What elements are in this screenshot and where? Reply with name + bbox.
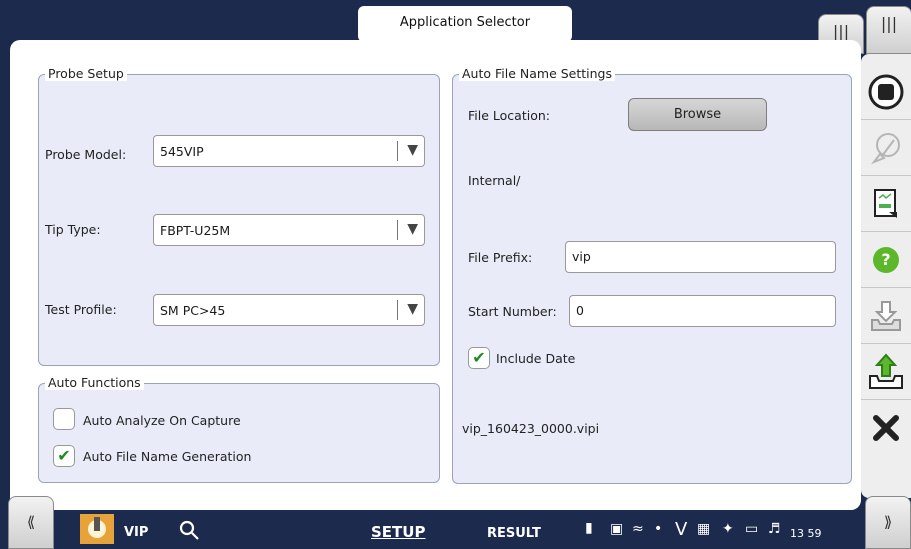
start-number-input[interactable]: 0: [569, 295, 836, 327]
file-location-value: Internal/: [468, 173, 521, 188]
main-panel: Probe Setup Probe Model: 545VIP ▼ Tip Ty…: [10, 40, 861, 510]
wifi-icon: ≈: [632, 521, 644, 537]
dropdown-arrow-icon: ▼: [407, 301, 418, 317]
file-location-label: File Location:: [468, 108, 550, 123]
probe-setup-title: Probe Setup: [45, 66, 127, 81]
network-icon: ▭: [745, 521, 759, 537]
double-chevron-left-icon: ⟪: [26, 513, 36, 531]
application-selector-button[interactable]: Application Selector: [358, 6, 572, 42]
auto-functions-title: Auto Functions: [45, 375, 144, 390]
tip-type-value: FBPT-U25M: [160, 223, 231, 238]
menu-bars-icon: |||: [880, 14, 898, 33]
terminal-icon: ▦: [697, 521, 711, 537]
report-button[interactable]: [861, 176, 911, 232]
close-icon: [873, 415, 899, 441]
download-icon: [871, 300, 901, 331]
search-icon[interactable]: [178, 519, 200, 541]
report-icon: [874, 188, 897, 218]
probe-model-label: Probe Model:: [45, 147, 127, 162]
bluetooth-icon: •: [654, 521, 663, 537]
volume-icon: ♬: [768, 521, 781, 537]
dropdown-arrow-icon: ▼: [407, 221, 418, 237]
select-divider: [397, 141, 398, 161]
download-button[interactable]: [861, 288, 911, 344]
v-status-label: V: [675, 519, 688, 540]
tip-type-label: Tip Type:: [45, 222, 101, 237]
include-date-label: Include Date: [496, 351, 576, 366]
dropdown-arrow-icon: ▼: [407, 142, 418, 158]
power-plug-icon: ▮: [585, 520, 593, 536]
app-name-label: VIP: [124, 525, 149, 540]
auto-file-name-checkbox[interactable]: ✔: [53, 445, 75, 467]
auto-functions-group: Auto Functions: [38, 375, 440, 483]
close-button[interactable]: [861, 400, 911, 456]
start-number-label: Start Number:: [468, 304, 557, 319]
stop-button[interactable]: [861, 64, 911, 120]
double-chevron-right-icon: ⟫: [883, 513, 893, 531]
right-panel-tab[interactable]: ⟫: [865, 496, 911, 549]
checkmark-icon: ✔: [472, 348, 486, 367]
pen-icon: [871, 132, 900, 164]
left-panel-tab[interactable]: ⟪: [8, 496, 54, 549]
select-divider: [397, 220, 398, 240]
checkmark-icon: ✔: [57, 446, 71, 465]
file-name-preview: vip_160423_0000.vipi: [462, 421, 600, 436]
auto-file-name-label: Auto File Name Generation: [83, 449, 252, 464]
clock-time: 13 59: [790, 527, 822, 540]
help-button[interactable]: ?: [861, 232, 911, 288]
select-divider: [397, 300, 398, 320]
stop-icon: [868, 74, 904, 109]
probe-model-select[interactable]: 545VIP ▼: [153, 135, 425, 167]
satellite-icon: ✦: [722, 521, 734, 537]
probe-model-value: 545VIP: [160, 144, 204, 159]
test-profile-label: Test Profile:: [45, 302, 117, 317]
test-profile-select[interactable]: SM PC>45 ▼: [153, 294, 425, 326]
tab-result[interactable]: RESULT: [487, 526, 541, 541]
camera-icon: ▣: [610, 521, 624, 537]
browse-button[interactable]: Browse: [628, 98, 767, 131]
tab-setup[interactable]: SETUP: [371, 523, 425, 541]
menu-bars-icon: |||: [832, 22, 850, 41]
upload-icon: [869, 353, 903, 389]
auto-analyze-checkbox[interactable]: [53, 408, 75, 430]
tab-menu-right[interactable]: |||: [866, 6, 911, 54]
vip-app-icon[interactable]: [80, 514, 114, 544]
upload-button[interactable]: [861, 344, 911, 400]
auto-file-name-settings-title: Auto File Name Settings: [459, 66, 616, 81]
auto-analyze-label: Auto Analyze On Capture: [83, 413, 241, 428]
edit-button[interactable]: [861, 120, 911, 176]
tip-type-select[interactable]: FBPT-U25M ▼: [153, 214, 425, 246]
include-date-checkbox[interactable]: ✔: [468, 347, 490, 369]
file-prefix-label: File Prefix:: [468, 250, 533, 265]
help-icon: ?: [873, 246, 899, 273]
file-prefix-input[interactable]: vip: [565, 241, 836, 273]
test-profile-value: SM PC>45: [160, 303, 226, 318]
right-toolbar: ?: [861, 54, 911, 498]
